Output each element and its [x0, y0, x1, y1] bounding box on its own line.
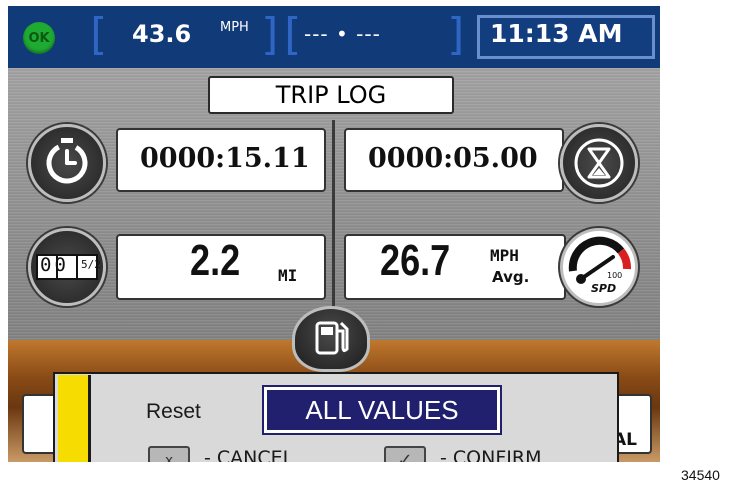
avg-speed-unit: MPH [490, 246, 519, 265]
remaining-time-value: 0000:05.00 [368, 143, 538, 174]
cancel-key-icon[interactable]: x [148, 446, 190, 462]
speed-unit: MPH [220, 20, 249, 35]
speedo-min: 0 [577, 247, 583, 256]
speed-readout: 43.6 [132, 20, 192, 48]
reset-label: Reset [146, 400, 201, 423]
trip-distance-unit: MI [278, 266, 298, 285]
odometer-digits: 00 [40, 254, 69, 276]
trip-distance-value: 2.2 [190, 236, 241, 285]
gps-status: --- • --- [304, 22, 381, 46]
speedo-label: SPD [591, 282, 617, 295]
gauge-screen: OK [ 43.6 MPH ] [ --- • --- ] 11:13 AM T… [8, 6, 660, 462]
bracket-right-icon: ] [444, 9, 471, 60]
avg-speed-suffix: Avg. [492, 268, 530, 286]
page-title: TRIP LOG [208, 76, 454, 114]
ok-status-icon: OK [23, 22, 55, 54]
speedometer-icon: 0 100 SPD [560, 228, 638, 306]
odometer-icon: 00 5/2 [28, 228, 106, 306]
hourglass-icon [560, 124, 638, 202]
fuel-pump-icon[interactable] [292, 306, 370, 372]
bracket-left-icon: [ [84, 9, 111, 60]
elapsed-time-value: 0000:15.11 [140, 143, 310, 174]
clock-readout: 11:13 AM [490, 19, 623, 48]
confirm-label: - CONFIRM [440, 447, 542, 462]
speedo-max: 100 [607, 271, 623, 280]
cancel-label: - CANCEL [204, 447, 294, 462]
avg-speed-value: 26.7 [380, 236, 451, 285]
odometer-fraction: 5/2 [81, 258, 101, 271]
dialog-accent-bar [58, 375, 91, 462]
bracket-left-icon: [ [278, 9, 305, 60]
avg-speed-box [344, 234, 566, 300]
status-bar: OK [ 43.6 MPH ] [ --- • --- ] 11:13 AM [8, 6, 660, 68]
center-divider [332, 120, 335, 310]
figure-code: 34540 [681, 467, 720, 483]
reset-option-select[interactable]: ALL VALUES [262, 385, 502, 435]
confirm-key-icon[interactable]: ✓ [384, 446, 426, 462]
clock-icon [28, 124, 106, 202]
